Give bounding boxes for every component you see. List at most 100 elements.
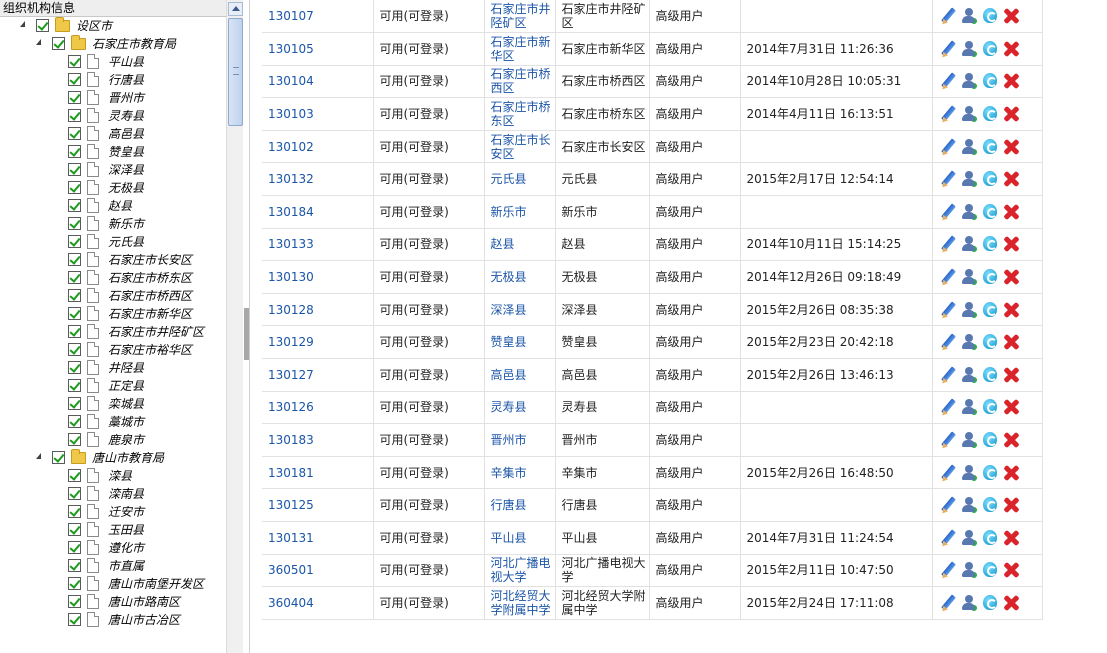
user-code-cell[interactable]: 130133 xyxy=(262,228,374,262)
reset-shield-icon[interactable] xyxy=(981,40,999,58)
reset-shield-icon[interactable] xyxy=(981,301,999,319)
user-code-cell[interactable]: 130103 xyxy=(262,97,374,131)
user-code-cell[interactable]: 130128 xyxy=(262,293,374,327)
delete-x-icon[interactable] xyxy=(1002,594,1020,612)
tree-checkbox[interactable] xyxy=(68,433,81,446)
tree-leaf-node[interactable]: 元氏县 xyxy=(0,233,226,251)
user-code-cell[interactable]: 130102 xyxy=(262,130,374,164)
edit-pencil-icon[interactable] xyxy=(939,333,957,351)
user-code-cell[interactable]: 130183 xyxy=(262,423,374,457)
user-code-cell[interactable]: 130132 xyxy=(262,162,374,197)
tree-leaf-node[interactable]: 鹿泉市 xyxy=(0,431,226,449)
tree-checkbox[interactable] xyxy=(36,19,49,32)
user-permission-icon[interactable] xyxy=(960,398,978,416)
delete-x-icon[interactable] xyxy=(1002,268,1020,286)
tree-checkbox[interactable] xyxy=(68,343,81,356)
tree-node-label[interactable]: 无极县 xyxy=(108,180,144,196)
tree-folder-node[interactable]: 石家庄市教育局 xyxy=(0,35,226,53)
tree-checkbox[interactable] xyxy=(68,361,81,374)
tree-leaf-node[interactable]: 深泽县 xyxy=(0,161,226,179)
user-code-cell[interactable]: 130104 xyxy=(262,65,374,99)
edit-pencil-icon[interactable] xyxy=(939,301,957,319)
tree-node-label[interactable]: 市直属 xyxy=(108,558,144,574)
tree-checkbox[interactable] xyxy=(68,55,81,68)
tree-leaf-node[interactable]: 唐山市古冶区 xyxy=(0,611,226,629)
tree-checkbox[interactable] xyxy=(68,181,81,194)
tree-leaf-node[interactable]: 灵寿县 xyxy=(0,107,226,125)
user-code-cell[interactable]: 360404 xyxy=(262,586,374,620)
tree-node-label[interactable]: 石家庄市教育局 xyxy=(92,36,176,52)
tree-leaf-node[interactable]: 玉田县 xyxy=(0,521,226,539)
edit-pencil-icon[interactable] xyxy=(939,561,957,579)
user-permission-icon[interactable] xyxy=(960,594,978,612)
org-name-link[interactable]: 石家庄市新华区 xyxy=(484,32,556,66)
tree-node-label[interactable]: 新乐市 xyxy=(108,216,144,232)
edit-pencil-icon[interactable] xyxy=(939,7,957,25)
org-name-link[interactable]: 河北广播电视大学 xyxy=(484,554,556,588)
tree-node-label[interactable]: 正定县 xyxy=(108,378,144,394)
delete-x-icon[interactable] xyxy=(1002,431,1020,449)
reset-shield-icon[interactable] xyxy=(981,268,999,286)
tree-folder-node[interactable]: 设区市 xyxy=(0,17,226,35)
org-name-link[interactable]: 辛集市 xyxy=(484,456,556,490)
tree-checkbox[interactable] xyxy=(68,91,81,104)
user-code-cell[interactable]: 130105 xyxy=(262,32,374,66)
tree-node-label[interactable]: 石家庄市长安区 xyxy=(108,252,192,268)
org-name-link[interactable]: 赵县 xyxy=(484,228,556,262)
tree-node-label[interactable]: 平山县 xyxy=(108,54,144,70)
reset-shield-icon[interactable] xyxy=(981,464,999,482)
tree-checkbox[interactable] xyxy=(68,145,81,158)
tree-checkbox[interactable] xyxy=(68,469,81,482)
tree-leaf-node[interactable]: 行唐县 xyxy=(0,71,226,89)
tree-leaf-node[interactable]: 石家庄市桥西区 xyxy=(0,287,226,305)
tree-node-label[interactable]: 滦南县 xyxy=(108,486,144,502)
user-permission-icon[interactable] xyxy=(960,366,978,384)
edit-pencil-icon[interactable] xyxy=(939,529,957,547)
reset-shield-icon[interactable] xyxy=(981,594,999,612)
tree-leaf-node[interactable]: 石家庄市新华区 xyxy=(0,305,226,323)
reset-shield-icon[interactable] xyxy=(981,431,999,449)
user-code-cell[interactable]: 130181 xyxy=(262,456,374,490)
delete-x-icon[interactable] xyxy=(1002,203,1020,221)
user-code-cell[interactable]: 130130 xyxy=(262,260,374,294)
tree-checkbox[interactable] xyxy=(68,397,81,410)
delete-x-icon[interactable] xyxy=(1002,138,1020,156)
user-code-cell[interactable]: 130184 xyxy=(262,195,374,229)
edit-pencil-icon[interactable] xyxy=(939,170,957,188)
tree-node-label[interactable]: 设区市 xyxy=(76,18,112,34)
delete-x-icon[interactable] xyxy=(1002,301,1020,319)
tree-checkbox[interactable] xyxy=(68,415,81,428)
tree-checkbox[interactable] xyxy=(68,541,81,554)
reset-shield-icon[interactable] xyxy=(981,138,999,156)
user-permission-icon[interactable] xyxy=(960,105,978,123)
tree-checkbox[interactable] xyxy=(68,109,81,122)
org-name-link[interactable]: 无极县 xyxy=(484,260,556,294)
expand-toggle-icon[interactable] xyxy=(20,21,25,27)
delete-x-icon[interactable] xyxy=(1002,529,1020,547)
tree-leaf-node[interactable]: 正定县 xyxy=(0,377,226,395)
user-permission-icon[interactable] xyxy=(960,170,978,188)
tree-checkbox[interactable] xyxy=(68,217,81,230)
org-name-link[interactable]: 石家庄市桥东区 xyxy=(484,97,556,131)
delete-x-icon[interactable] xyxy=(1002,170,1020,188)
tree-checkbox[interactable] xyxy=(68,199,81,212)
tree-node-label[interactable]: 栾城县 xyxy=(108,396,144,412)
user-permission-icon[interactable] xyxy=(960,431,978,449)
tree-leaf-node[interactable]: 平山县 xyxy=(0,53,226,71)
tree-node-label[interactable]: 石家庄市裕华区 xyxy=(108,342,192,358)
reset-shield-icon[interactable] xyxy=(981,529,999,547)
tree-node-label[interactable]: 赞皇县 xyxy=(108,144,144,160)
tree-node-label[interactable]: 深泽县 xyxy=(108,162,144,178)
tree-scrollbar[interactable] xyxy=(226,0,243,653)
tree-checkbox[interactable] xyxy=(68,505,81,518)
expand-toggle-icon[interactable] xyxy=(36,453,41,459)
tree-leaf-node[interactable]: 滦县 xyxy=(0,467,226,485)
edit-pencil-icon[interactable] xyxy=(939,366,957,384)
delete-x-icon[interactable] xyxy=(1002,366,1020,384)
org-name-link[interactable]: 石家庄市桥西区 xyxy=(484,65,556,99)
user-permission-icon[interactable] xyxy=(960,561,978,579)
tree-checkbox[interactable] xyxy=(68,325,81,338)
tree-leaf-node[interactable]: 无极县 xyxy=(0,179,226,197)
scroll-thumb[interactable] xyxy=(228,18,243,126)
edit-pencil-icon[interactable] xyxy=(939,235,957,253)
